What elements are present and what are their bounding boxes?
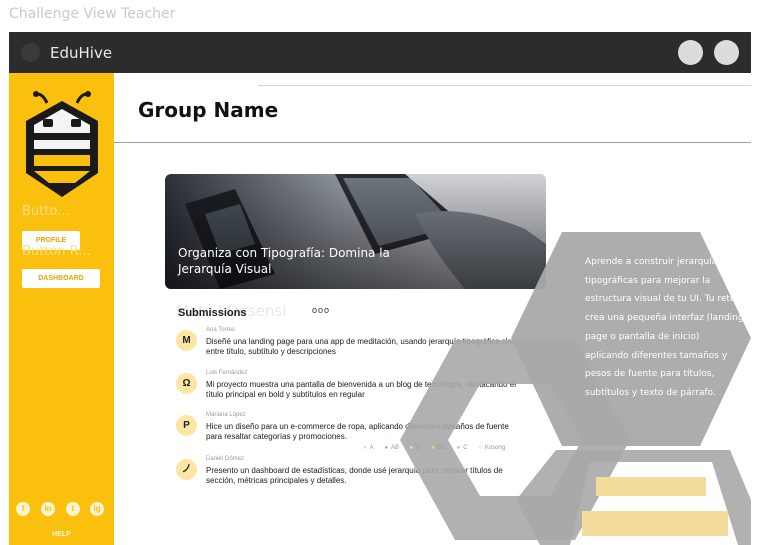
- ghost-button-label-2: Button R...: [22, 244, 91, 259]
- legend-item: ● Kosong: [478, 445, 506, 451]
- submission-avatar-icon: P: [176, 415, 197, 436]
- submission-author: Mariana López: [206, 412, 246, 418]
- submission-author: Luis Fernández: [206, 370, 248, 376]
- bee-logo-icon: [26, 91, 98, 197]
- challenge-description: Aprende a construir jerarquías tipográfi…: [585, 257, 744, 398]
- dashboard-button[interactable]: DASHBOARD: [22, 269, 100, 288]
- challenge-view: { "frame": { "title": "Challenge View Te…: [0, 0, 759, 545]
- header-divider: [258, 85, 751, 86]
- legend-item: ● B: [409, 445, 421, 451]
- facebook-icon[interactable]: f: [16, 502, 30, 516]
- app-logo-icon: [21, 43, 40, 62]
- chart-legend: ● A ● AB ● B ● BC ● C ● Kosong: [363, 445, 514, 451]
- submission-avatar-icon: Ω: [176, 373, 197, 394]
- legend-item: ● BC: [430, 445, 446, 451]
- submission-text: Hice un diseño para un e-commerce de rop…: [206, 422, 509, 441]
- app-name: EduHive: [50, 44, 113, 62]
- ghost-button-label: Butto...: [22, 204, 70, 219]
- submission-avatar-icon: ノ: [176, 459, 197, 480]
- frame-title: Challenge View Teacher: [9, 6, 176, 22]
- submission-avatar-icon: M: [176, 330, 197, 351]
- challenge-title: Organiza con Tipografía: Domina la Jerar…: [178, 246, 390, 276]
- instagram-icon[interactable]: ig: [90, 502, 104, 516]
- submission-text: Diseñé una landing page para una app de …: [206, 337, 520, 356]
- linkedin-icon[interactable]: in: [41, 502, 55, 516]
- help-link[interactable]: HELP: [9, 531, 114, 538]
- twitter-icon[interactable]: t: [66, 502, 80, 516]
- challenge-hero-card[interactable]: Organiza con Tipografía: Domina la Jerar…: [165, 174, 546, 289]
- notification-button[interactable]: [678, 40, 703, 65]
- sidebar: Butto... PROFILE Button R... DASHBOARD f…: [9, 73, 114, 545]
- top-bar: EduHive: [9, 32, 751, 73]
- submissions-title: Submissions: [178, 307, 247, 319]
- submission-author: Ana Torres: [206, 327, 235, 333]
- page-title: Group Name: [138, 98, 279, 122]
- avatar[interactable]: [714, 40, 739, 65]
- more-options-icon[interactable]: ooo: [312, 305, 330, 315]
- section-divider: [114, 142, 751, 143]
- submission-text: Presento un dashboard de estadísticas, d…: [206, 466, 503, 485]
- legend-item: ● AB: [384, 445, 399, 451]
- carousel-indicator[interactable]: [479, 278, 509, 289]
- legend-item: ● A: [363, 445, 374, 451]
- submission-author: Daniel Gómez: [206, 456, 245, 462]
- submission-text: Mi proyecto muestra una pantalla de bien…: [206, 380, 516, 399]
- legend-item: ● C: [456, 445, 468, 451]
